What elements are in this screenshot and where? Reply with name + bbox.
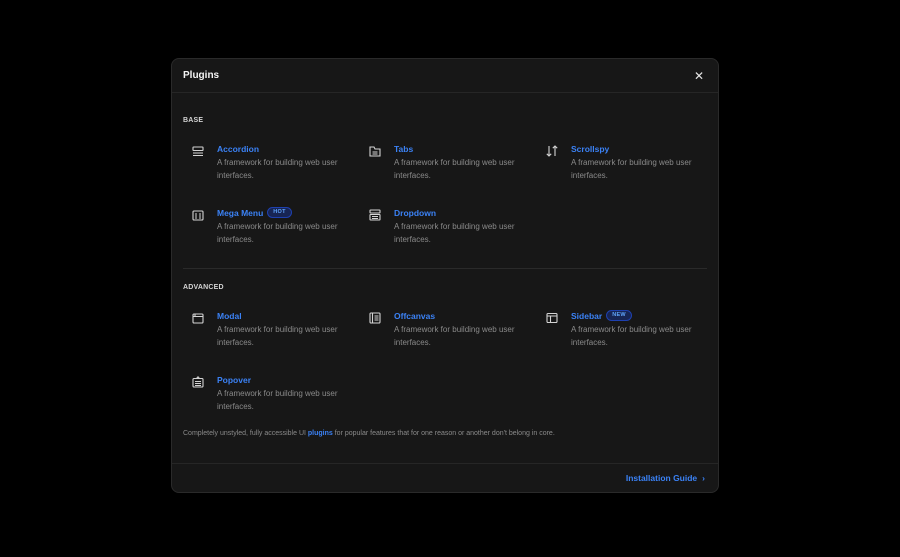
plugin-title: Sidebar (571, 310, 603, 321)
plugin-title: Scrollspy (571, 143, 610, 154)
installation-guide-link[interactable]: Installation Guide › (626, 473, 705, 483)
close-icon: ✕ (693, 68, 705, 83)
plugin-description: A framework for building web user interf… (394, 325, 515, 347)
plugin-description: A framework for building web user interf… (217, 389, 338, 411)
close-button[interactable]: ✕ (691, 68, 707, 84)
plugin-item-popover[interactable]: Popover A framework for building web use… (183, 374, 343, 413)
modal-header: Plugins ✕ (172, 59, 718, 93)
plugin-description: A framework for building web user interf… (394, 222, 515, 244)
advanced-grid: Modal A framework for building web user … (183, 310, 707, 420)
new-badge: NEW (606, 310, 632, 321)
plugin-item-accordion[interactable]: Accordion A framework for building web u… (183, 143, 343, 182)
plugin-title: Tabs (394, 143, 414, 154)
advanced-section: ADVANCED (183, 284, 707, 291)
base-section: BASE (183, 117, 707, 124)
hot-badge: HOT (267, 207, 292, 218)
plugin-description: A framework for building web user interf… (571, 158, 692, 180)
sidebar-icon (545, 311, 559, 325)
base-grid: Accordion A framework for building web u… (183, 143, 707, 253)
plugin-item-dropdown[interactable]: Dropdown A framework for building web us… (360, 207, 520, 246)
scrollspy-icon (545, 144, 559, 158)
plugin-item-modal[interactable]: Modal A framework for building web user … (183, 310, 343, 349)
offcanvas-icon (368, 311, 382, 325)
mega-menu-icon (191, 208, 205, 222)
tabs-icon (368, 144, 382, 158)
plugin-title: Modal (217, 310, 242, 321)
plugin-title: Accordion (217, 143, 260, 154)
section-divider (183, 268, 707, 269)
plugins-modal: Plugins ✕ BASE Accordion A framework for… (171, 58, 719, 493)
installation-guide-label: Installation Guide (625, 473, 698, 483)
plugin-item-tabs[interactable]: Tabs A framework for building web user i… (360, 143, 520, 182)
plugin-title: Mega Menu (217, 207, 264, 218)
plugins-link[interactable]: plugins (308, 430, 333, 437)
plugin-item-offcanvas[interactable]: Offcanvas A framework for building web u… (360, 310, 520, 349)
popover-icon (191, 375, 205, 389)
footer-description: Completely unstyled, fully accessible UI… (183, 430, 555, 437)
plugin-item-sidebar[interactable]: Sidebar NEW A framework for building web… (537, 310, 697, 349)
plugin-description: A framework for building web user interf… (571, 325, 692, 347)
plugin-description: A framework for building web user interf… (394, 158, 515, 180)
plugin-description: A framework for building web user interf… (217, 222, 338, 244)
plugin-description: A framework for building web user interf… (217, 158, 338, 180)
modal-icon (191, 311, 205, 325)
plugin-title: Dropdown (394, 207, 437, 218)
dropdown-icon (368, 208, 382, 222)
section-label-advanced: ADVANCED (183, 284, 224, 291)
section-label-base: BASE (183, 117, 204, 124)
plugin-title: Popover (217, 374, 252, 385)
modal-footer: Installation Guide › (172, 463, 718, 492)
accordion-icon (191, 144, 205, 158)
plugin-title: Offcanvas (394, 310, 436, 321)
plugin-item-scrollspy[interactable]: Scrollspy A framework for building web u… (537, 143, 697, 182)
plugin-item-mega-menu[interactable]: Mega Menu HOT A framework for building w… (183, 207, 343, 246)
chevron-right-icon: › (702, 473, 705, 483)
modal-title: Plugins (183, 70, 220, 81)
plugin-description: A framework for building web user interf… (217, 325, 338, 347)
